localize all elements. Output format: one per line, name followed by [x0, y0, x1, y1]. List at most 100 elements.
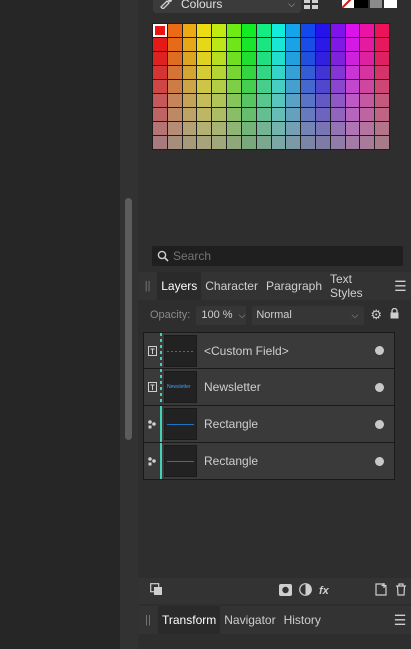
colour-swatch[interactable]: [375, 122, 389, 135]
colour-swatch[interactable]: [301, 38, 315, 51]
colour-swatch[interactable]: [345, 24, 360, 37]
colour-swatch[interactable]: [197, 122, 212, 135]
colour-swatch[interactable]: [153, 24, 167, 37]
colour-swatch[interactable]: [286, 24, 301, 37]
tab-character[interactable]: Character: [201, 272, 262, 300]
colour-swatch[interactable]: [227, 80, 241, 93]
colour-swatch[interactable]: [286, 94, 301, 107]
colour-swatch[interactable]: [315, 122, 330, 135]
colour-swatch[interactable]: [153, 80, 167, 93]
colour-swatch[interactable]: [182, 136, 197, 149]
layer-row[interactable]: <Custom Field>: [143, 332, 395, 369]
colour-swatch[interactable]: [167, 94, 182, 107]
colour-swatch[interactable]: [375, 94, 389, 107]
colour-swatch[interactable]: [345, 38, 360, 51]
colour-swatch[interactable]: [330, 66, 345, 79]
colour-swatch[interactable]: [197, 38, 212, 51]
colour-swatch[interactable]: [345, 122, 360, 135]
layer-row[interactable]: Newsletter Newsletter: [143, 369, 395, 406]
colour-swatch[interactable]: [315, 38, 330, 51]
colour-swatch[interactable]: [315, 80, 330, 93]
colour-swatch[interactable]: [286, 38, 301, 51]
colour-swatch[interactable]: [375, 24, 389, 37]
black-swatch[interactable]: [354, 0, 368, 8]
colour-swatch[interactable]: [360, 24, 375, 37]
colour-swatch[interactable]: [241, 122, 256, 135]
colour-swatch[interactable]: [330, 24, 345, 37]
colour-swatch[interactable]: [301, 66, 315, 79]
white-swatch[interactable]: [384, 0, 397, 8]
colour-swatch[interactable]: [271, 24, 286, 37]
colour-swatch[interactable]: [375, 80, 389, 93]
visibility-dot-icon[interactable]: [375, 419, 384, 429]
colour-swatch[interactable]: [375, 66, 389, 79]
colour-swatch[interactable]: [271, 66, 286, 79]
colour-swatch[interactable]: [315, 52, 330, 65]
colour-swatch[interactable]: [212, 108, 227, 121]
colour-swatch[interactable]: [330, 38, 345, 51]
colour-swatch[interactable]: [212, 94, 227, 107]
colour-swatch[interactable]: [182, 122, 197, 135]
colour-swatch[interactable]: [330, 52, 345, 65]
colour-swatch[interactable]: [241, 38, 256, 51]
colour-swatch[interactable]: [182, 108, 197, 121]
tab-navigator[interactable]: Navigator: [220, 606, 279, 634]
colour-swatch[interactable]: [345, 94, 360, 107]
colour-swatch[interactable]: [212, 38, 227, 51]
colour-swatch[interactable]: [375, 52, 389, 65]
colour-swatch[interactable]: [182, 38, 197, 51]
colour-swatch[interactable]: [182, 66, 197, 79]
colour-swatch[interactable]: [182, 24, 197, 37]
colour-palette-grid[interactable]: [152, 23, 390, 150]
colour-swatch[interactable]: [301, 136, 315, 149]
colour-swatch[interactable]: [167, 136, 182, 149]
colour-swatch[interactable]: [153, 122, 167, 135]
colour-swatch[interactable]: [330, 108, 345, 121]
colour-swatch[interactable]: [153, 108, 167, 121]
no-fill-swatch[interactable]: [342, 0, 354, 8]
colour-swatch[interactable]: [286, 52, 301, 65]
colour-swatch[interactable]: [345, 66, 360, 79]
layer-row[interactable]: Rectangle: [143, 443, 395, 480]
colour-swatch[interactable]: [256, 66, 271, 79]
colour-swatch[interactable]: [256, 108, 271, 121]
colour-swatch[interactable]: [241, 66, 256, 79]
colour-swatch[interactable]: [153, 66, 167, 79]
colour-swatch[interactable]: [241, 52, 256, 65]
colour-swatch[interactable]: [212, 24, 227, 37]
colour-swatch[interactable]: [345, 52, 360, 65]
colour-swatch[interactable]: [256, 136, 271, 149]
grey-swatch[interactable]: [370, 0, 382, 8]
drag-handle-icon[interactable]: ||: [138, 272, 157, 300]
colour-swatch[interactable]: [241, 108, 256, 121]
colour-swatch[interactable]: [315, 24, 330, 37]
colour-swatch[interactable]: [197, 52, 212, 65]
colour-swatch[interactable]: [212, 52, 227, 65]
eyedropper-icon[interactable]: [159, 0, 173, 12]
colour-swatch[interactable]: [153, 38, 167, 51]
colour-swatch[interactable]: [360, 52, 375, 65]
tab-history[interactable]: History: [280, 606, 325, 634]
colour-swatch[interactable]: [212, 80, 227, 93]
opacity-dropdown[interactable]: 100 % ⌵: [196, 305, 247, 325]
colour-swatch[interactable]: [375, 108, 389, 121]
colour-swatch[interactable]: [286, 136, 301, 149]
colour-swatch[interactable]: [241, 136, 256, 149]
colour-swatch[interactable]: [315, 94, 330, 107]
colour-swatch[interactable]: [271, 94, 286, 107]
colour-swatch[interactable]: [227, 122, 241, 135]
search-field[interactable]: [152, 246, 403, 266]
colour-swatch[interactable]: [330, 136, 345, 149]
colour-swatch[interactable]: [345, 136, 360, 149]
visibility-dot-icon[interactable]: [375, 346, 384, 355]
colour-swatch[interactable]: [271, 38, 286, 51]
hamburger-menu-icon[interactable]: ☰: [390, 272, 411, 300]
colour-swatch[interactable]: [315, 108, 330, 121]
colour-swatch[interactable]: [212, 122, 227, 135]
colour-swatch[interactable]: [301, 24, 315, 37]
search-input[interactable]: [173, 249, 393, 263]
colour-swatch[interactable]: [375, 38, 389, 51]
colour-swatch[interactable]: [256, 122, 271, 135]
colour-swatch[interactable]: [360, 66, 375, 79]
colour-swatch[interactable]: [301, 122, 315, 135]
